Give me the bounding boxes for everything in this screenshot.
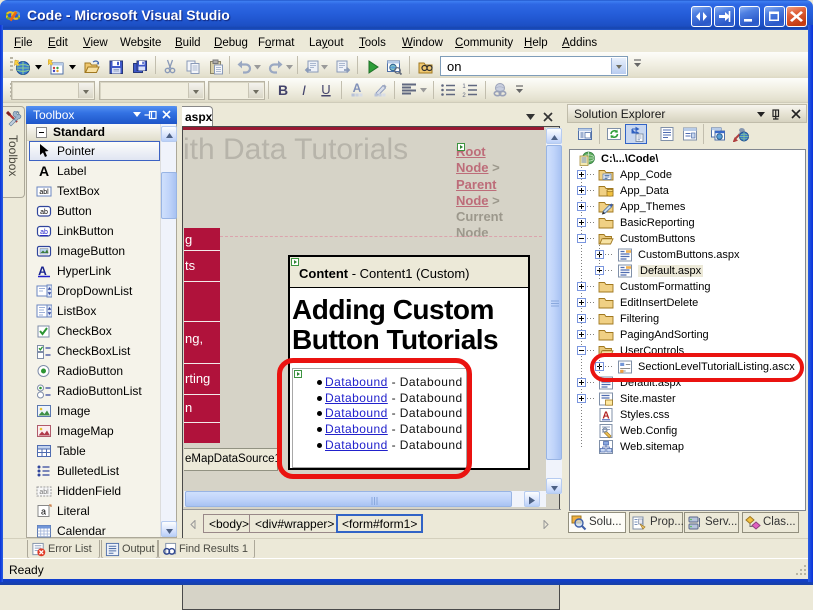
svg-text:I: I bbox=[302, 82, 306, 98]
svg-text:ab: ab bbox=[40, 229, 48, 236]
svg-text:a: a bbox=[41, 507, 46, 517]
svg-text:A: A bbox=[353, 82, 362, 95]
svg-text:ab: ab bbox=[40, 209, 48, 216]
svg-text:U: U bbox=[321, 82, 330, 97]
svg-text:1: 1 bbox=[462, 84, 466, 90]
svg-text:abl: abl bbox=[39, 489, 49, 496]
svg-text:A: A bbox=[39, 163, 49, 179]
svg-text:B: B bbox=[278, 82, 288, 98]
svg-text:abl: abl bbox=[39, 189, 49, 196]
svg-text:2: 2 bbox=[462, 93, 466, 98]
